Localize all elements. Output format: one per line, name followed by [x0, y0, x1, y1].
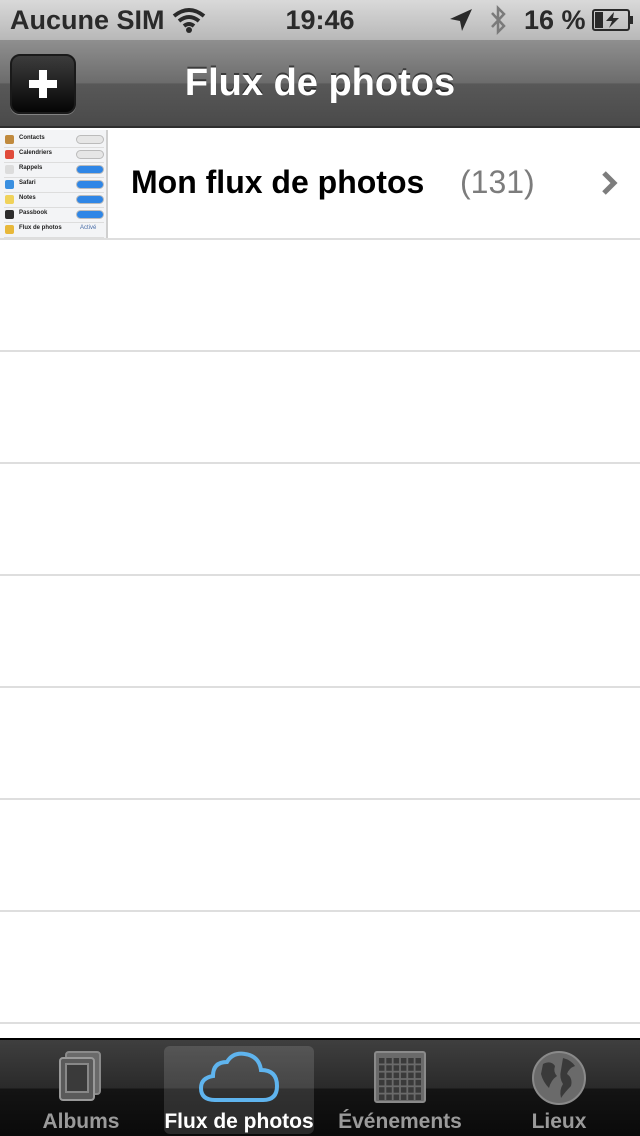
thumbnail-setting-row: Safari — [4, 178, 104, 191]
tab-photo-stream[interactable]: Flux de photos — [164, 1046, 314, 1134]
page-title: Flux de photos — [184, 62, 456, 104]
setting-app-icon — [5, 150, 14, 159]
calendar-cell — [386, 1065, 392, 1071]
calendar-cell — [408, 1072, 414, 1079]
empty-row — [0, 912, 640, 1024]
calendar-cell — [400, 1079, 407, 1086]
bluetooth-icon — [491, 4, 506, 36]
setting-label: Passbook — [19, 210, 48, 216]
setting-app-icon — [5, 180, 14, 189]
setting-toggle — [76, 210, 104, 219]
empty-row — [0, 240, 640, 352]
setting-label: Contacts — [19, 135, 45, 141]
setting-label: Flux de photos — [19, 225, 62, 231]
thumbnail-setting-row: Contacts — [4, 133, 104, 146]
tab-places[interactable]: Lieux — [484, 1046, 634, 1134]
calendar-cell — [415, 1058, 421, 1064]
empty-row — [0, 688, 640, 800]
photo-stream-list: Contacts Calendriers Rappels Safari Notes Pas… — [0, 128, 640, 1038]
stream-count: (131) — [460, 164, 535, 200]
empty-row — [0, 800, 640, 912]
empty-row — [0, 464, 640, 576]
setting-app-icon — [5, 135, 14, 144]
calendar-cell — [386, 1058, 392, 1064]
calendar-cell — [400, 1058, 407, 1064]
calendar-cell — [400, 1072, 407, 1079]
tab-label: Événements — [338, 1110, 462, 1133]
setting-label: Rappels — [19, 165, 43, 171]
thumbnail-setting-row: Rappels — [4, 163, 104, 176]
setting-label: Calendriers — [19, 150, 53, 156]
calendar-cell — [379, 1072, 385, 1079]
setting-label: Safari — [19, 180, 36, 186]
setting-toggle — [76, 135, 104, 144]
calendar-cell — [386, 1072, 392, 1079]
calendar-cell — [415, 1072, 421, 1079]
location-arrow-icon — [450, 9, 472, 31]
calendar-cell — [415, 1065, 421, 1071]
thumbnail-setting-row: Notes — [4, 193, 104, 206]
setting-label: Notes — [19, 195, 36, 201]
battery-percent: 16 % — [524, 5, 586, 35]
calendar-cell — [408, 1087, 414, 1093]
chevron-right-icon — [602, 171, 618, 195]
tab-label: Albums — [42, 1110, 120, 1133]
calendar-cell — [379, 1079, 385, 1086]
calendar-cell — [408, 1058, 414, 1064]
calendar-cell — [415, 1094, 421, 1100]
tab-label: Flux de photos — [164, 1110, 314, 1133]
calendar-cell — [393, 1065, 400, 1071]
tab-label: Lieux — [531, 1110, 587, 1133]
navigation-bar: Flux de photos — [0, 40, 640, 128]
photo-stream-row[interactable]: Contacts Calendriers Rappels Safari Notes Pas… — [0, 128, 640, 240]
calendar-grid-icon — [374, 1051, 426, 1103]
setting-toggle — [76, 150, 104, 159]
setting-toggle — [76, 165, 104, 174]
globe-icon — [532, 1051, 586, 1105]
calendar-cell — [415, 1079, 421, 1086]
calendar-cell — [408, 1094, 414, 1100]
calendar-cell — [408, 1079, 414, 1086]
calendar-cell — [379, 1094, 385, 1100]
setting-toggle — [76, 195, 104, 204]
albums-icon — [59, 1051, 101, 1101]
calendar-cell — [393, 1087, 400, 1093]
setting-app-icon — [5, 210, 14, 219]
calendar-cell — [408, 1065, 414, 1071]
calendar-cell — [393, 1079, 400, 1086]
cloud-icon — [198, 1051, 280, 1102]
thumbnail-separator — [4, 237, 104, 238]
thumbnail-setting-row: Passbook — [4, 208, 104, 221]
calendar-cell — [386, 1094, 392, 1100]
status-bar: Aucune SIM 19:46 16 % — [0, 0, 640, 40]
stream-name: Mon flux de photos — [131, 164, 425, 200]
calendar-cell — [400, 1087, 407, 1093]
empty-row — [0, 352, 640, 464]
tab-events[interactable]: Événements — [325, 1046, 475, 1134]
calendar-cell — [400, 1065, 407, 1071]
setting-app-icon — [5, 165, 14, 174]
calendar-cell — [386, 1087, 392, 1093]
tab-bar: Albums Flux de photos Événements Lieux — [0, 1038, 640, 1136]
thumbnail-setting-row: Flux de photos Activé — [4, 223, 104, 236]
calendar-cell — [393, 1058, 400, 1064]
tab-albums[interactable]: Albums — [6, 1046, 156, 1134]
setting-toggle — [76, 180, 104, 189]
setting-app-icon — [5, 225, 14, 234]
calendar-cell — [393, 1094, 400, 1100]
stream-thumbnail: Contacts Calendriers Rappels Safari Notes Pas… — [0, 130, 108, 238]
calendar-cell — [415, 1087, 421, 1093]
calendar-cell — [379, 1058, 385, 1064]
calendar-cell — [386, 1079, 392, 1086]
calendar-cell — [400, 1094, 407, 1100]
calendar-cell — [379, 1065, 385, 1071]
calendar-cell — [379, 1087, 385, 1093]
empty-row — [0, 576, 640, 688]
calendar-cell — [393, 1072, 400, 1079]
thumbnail-setting-row: Calendriers — [4, 148, 104, 161]
battery-charging-icon — [592, 9, 633, 31]
setting-app-icon — [5, 195, 14, 204]
setting-value: Activé — [80, 225, 97, 231]
